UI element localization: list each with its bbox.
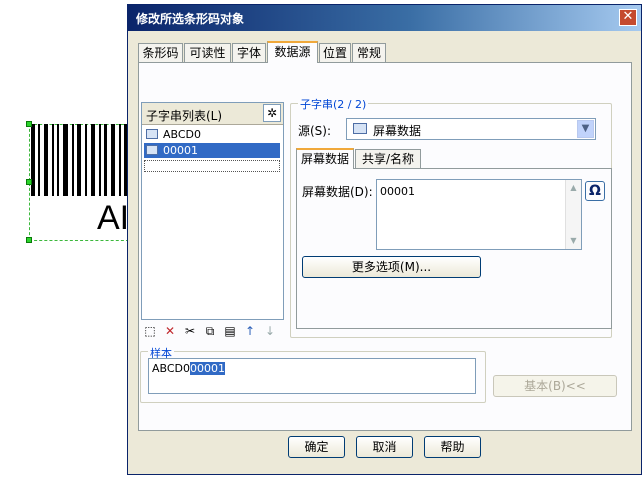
subtab-screen-data[interactable]: 屏幕数据 — [296, 148, 354, 169]
screen-data-label: 屏幕数据(D): — [302, 185, 373, 199]
list-item-empty-slot[interactable] — [144, 160, 280, 172]
substring-list-toolbar: ⬚ ✕ ✂ ⧉ ▤ ↑ ↓ — [142, 323, 282, 339]
tab-font[interactable]: 字体 — [232, 43, 266, 62]
substring-group-title: 子字串(2 / 2) — [298, 96, 369, 112]
vertical-scrollbar[interactable]: ▲ ▼ — [565, 180, 581, 249]
modify-barcode-dialog: 修改所选条形码对象 ✕ 条形码 可读性 字体 数据源 位置 常规 子字串列表(L… — [127, 4, 642, 475]
list-item[interactable]: 00001 — [144, 143, 280, 158]
new-icon[interactable]: ⬚ — [142, 323, 158, 339]
barcode-bar — [99, 124, 101, 196]
tab-position[interactable]: 位置 — [319, 43, 351, 62]
dialog-title: 修改所选条形码对象 — [136, 12, 245, 26]
barcode-bar — [91, 124, 95, 196]
special-character-button[interactable]: Ω — [585, 181, 605, 201]
subtab-shared-name[interactable]: 共享/名称 — [355, 149, 421, 168]
list-item-label: 00001 — [163, 144, 198, 157]
barcode-bar — [44, 124, 48, 196]
source-select[interactable]: 屏幕数据 ▼ — [346, 118, 596, 140]
barcode-bar — [63, 124, 68, 196]
magic-wand-icon: ✲ — [266, 106, 278, 120]
list-item[interactable]: ABCD0 — [144, 127, 280, 142]
resize-handle-left[interactable] — [26, 179, 32, 185]
source-select-value: 屏幕数据 — [373, 124, 422, 138]
substring-list-title: 子字串列表(L) — [146, 109, 223, 123]
move-up-icon[interactable]: ↑ — [242, 323, 258, 339]
resize-handle-bottom-left[interactable] — [26, 237, 32, 243]
sample-preview: ABCD000001 — [148, 358, 476, 394]
auto-generate-button[interactable]: ✲ — [263, 104, 281, 122]
cancel-button[interactable]: 取消 — [356, 436, 413, 458]
more-options-button[interactable]: 更多选项(M)... — [302, 256, 481, 278]
sample-prefix: ABCD0 — [152, 362, 191, 375]
barcode-bar — [52, 124, 54, 196]
barcode-bar — [72, 124, 74, 196]
substring-list-header: 子字串列表(L) ✲ — [142, 103, 283, 125]
barcode-bar — [85, 124, 87, 196]
barcode-bar — [119, 124, 121, 196]
barcode-bar — [31, 124, 35, 196]
selection-border-bottom — [29, 240, 129, 241]
resize-handle-top-left[interactable] — [26, 121, 32, 127]
copy-icon[interactable]: ⧉ — [202, 323, 218, 339]
title-bar[interactable]: 修改所选条形码对象 ✕ — [128, 5, 641, 31]
barcode-bar — [77, 124, 81, 196]
tab-barcode[interactable]: 条形码 — [138, 43, 183, 62]
close-button[interactable]: ✕ — [619, 9, 637, 26]
barcode-bar — [57, 124, 59, 196]
tab-general[interactable]: 常规 — [352, 43, 386, 62]
barcode-bar — [38, 124, 40, 196]
screen-data-icon — [146, 145, 158, 155]
scroll-up-icon[interactable]: ▲ — [566, 180, 581, 196]
barcode-bar — [104, 124, 107, 196]
help-button[interactable]: 帮助 — [424, 436, 481, 458]
chevron-down-icon[interactable]: ▼ — [577, 120, 594, 138]
barcode-human-readable-text: AI — [97, 199, 130, 237]
tab-readability[interactable]: 可读性 — [184, 43, 231, 62]
substring-list: 子字串列表(L) ✲ ABCD0 00001 — [141, 102, 284, 320]
barcode-bar — [111, 124, 115, 196]
move-down-icon[interactable]: ↓ — [262, 323, 278, 339]
ok-button[interactable]: 确定 — [288, 436, 345, 458]
screen-data-icon — [353, 123, 367, 134]
basic-button[interactable]: 基本(B)<< — [493, 375, 617, 397]
source-label: 源(S): — [298, 124, 332, 138]
close-icon: ✕ — [622, 9, 634, 24]
screen-data-icon — [146, 129, 158, 139]
scroll-down-icon[interactable]: ▼ — [566, 233, 581, 249]
omega-icon: Ω — [589, 183, 601, 199]
screen-data-value: 00001 — [380, 185, 415, 198]
cut-icon[interactable]: ✂ — [182, 323, 198, 339]
barcode-canvas[interactable]: AI — [0, 0, 130, 477]
list-item-label: ABCD0 — [163, 128, 202, 141]
tab-data-source[interactable]: 数据源 — [267, 41, 318, 63]
screen-data-textarea[interactable]: 00001 ▲ ▼ — [376, 179, 582, 250]
sample-text: ABCD000001 — [152, 362, 226, 375]
paste-icon[interactable]: ▤ — [222, 323, 238, 339]
delete-icon[interactable]: ✕ — [162, 323, 178, 339]
sample-highlighted-substring: 00001 — [190, 362, 226, 375]
